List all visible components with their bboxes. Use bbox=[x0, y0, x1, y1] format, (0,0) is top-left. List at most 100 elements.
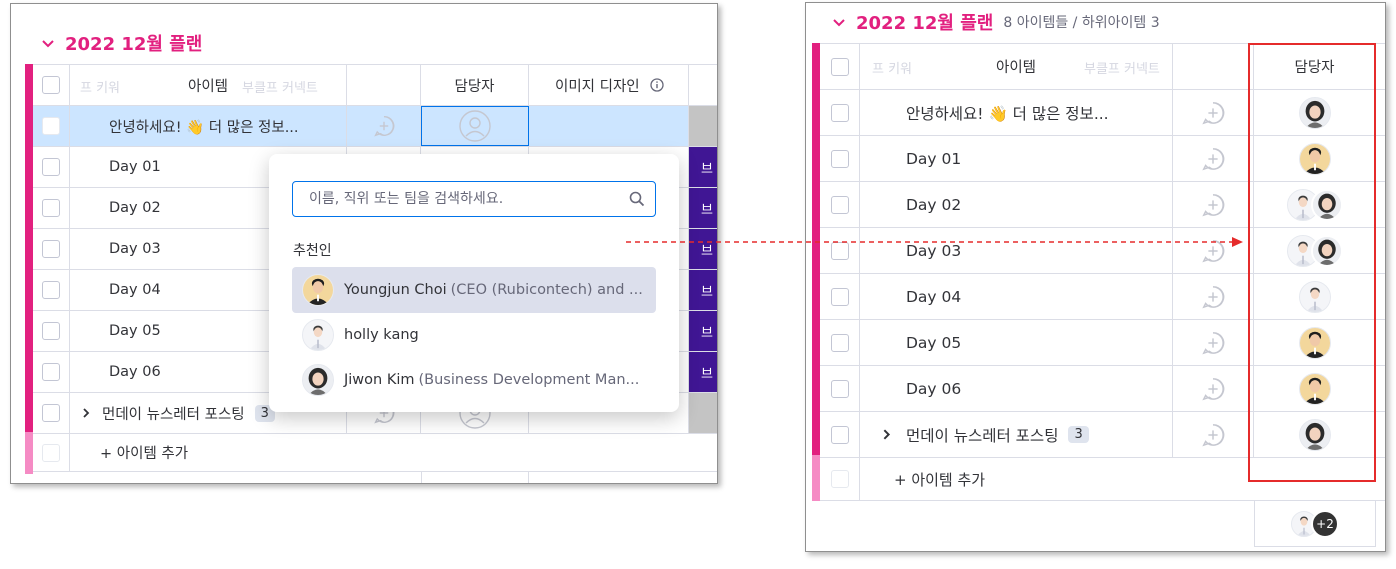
owner-cell[interactable] bbox=[1254, 366, 1376, 411]
item-name[interactable]: Day 06 bbox=[906, 380, 961, 398]
people-search-input[interactable] bbox=[309, 191, 629, 207]
column-header-item[interactable]: 아이템 bbox=[70, 75, 346, 96]
item-name[interactable]: 안녕하세요! 👋 더 많은 정보... bbox=[906, 102, 1109, 124]
avatar[interactable] bbox=[1298, 96, 1331, 129]
table-row[interactable]: 먼데이 뉴스레터 포스팅 3 bbox=[820, 412, 1385, 458]
column-header-owner[interactable]: 담당자 bbox=[421, 75, 528, 96]
owner-cell[interactable] bbox=[1254, 320, 1376, 365]
column-header-item[interactable]: 아이템 bbox=[860, 56, 1172, 77]
column-header-design[interactable]: 이미지 디자인 bbox=[555, 75, 640, 96]
avatar[interactable] bbox=[1310, 234, 1343, 267]
select-all-checkbox[interactable] bbox=[830, 57, 849, 76]
table-row[interactable]: Day 04 bbox=[820, 274, 1385, 320]
item-name[interactable]: Day 06 bbox=[109, 364, 161, 380]
table-row[interactable]: Day 05 bbox=[820, 320, 1385, 366]
add-update-icon[interactable] bbox=[1201, 101, 1225, 125]
table-row[interactable]: 안녕하세요! 👋 더 많은 정보... bbox=[33, 106, 717, 147]
row-checkbox[interactable] bbox=[830, 103, 849, 122]
item-name[interactable]: Day 01 bbox=[109, 159, 161, 175]
table-row[interactable]: Day 02 bbox=[820, 182, 1385, 228]
row-checkbox[interactable] bbox=[830, 241, 849, 260]
avatar[interactable] bbox=[1298, 326, 1331, 359]
status-cell[interactable]: 브 bbox=[689, 229, 717, 269]
row-checkbox[interactable] bbox=[42, 117, 60, 135]
column-header-owner[interactable]: 담당자 bbox=[1254, 56, 1375, 77]
suggested-person-item[interactable]: holly kang bbox=[292, 312, 656, 358]
status-cell[interactable] bbox=[689, 106, 717, 146]
add-update-icon[interactable] bbox=[1201, 377, 1225, 401]
row-checkbox[interactable] bbox=[830, 425, 849, 444]
item-name[interactable]: 먼데이 뉴스레터 포스팅 bbox=[102, 403, 245, 424]
add-update-icon[interactable] bbox=[1201, 193, 1225, 217]
chevron-right-icon[interactable] bbox=[880, 428, 893, 441]
row-checkbox[interactable] bbox=[830, 287, 849, 306]
owner-cell[interactable] bbox=[1254, 90, 1376, 135]
add-item-row[interactable]: + 아이템 추가 bbox=[820, 458, 1385, 501]
status-cell[interactable] bbox=[689, 393, 717, 433]
person-placeholder-icon[interactable] bbox=[459, 110, 491, 142]
item-name[interactable]: Day 02 bbox=[109, 200, 161, 216]
avatar[interactable] bbox=[1298, 142, 1331, 175]
item-name[interactable]: Day 03 bbox=[906, 242, 961, 260]
status-cell[interactable]: 브 bbox=[689, 147, 717, 187]
chevron-down-icon[interactable] bbox=[41, 36, 55, 50]
suggested-person-item[interactable]: Jiwon Kim (Business Development Man... bbox=[292, 357, 656, 403]
add-item-row[interactable]: + 아이템 추가 bbox=[33, 434, 717, 472]
table-row[interactable]: 안녕하세요! 👋 더 많은 정보... bbox=[820, 90, 1385, 136]
info-icon[interactable] bbox=[650, 78, 664, 92]
item-name[interactable]: Day 01 bbox=[906, 150, 961, 168]
more-owners-badge[interactable]: +2 bbox=[1311, 509, 1339, 538]
row-checkbox[interactable] bbox=[42, 404, 60, 422]
row-checkbox[interactable] bbox=[42, 281, 60, 299]
row-checkbox[interactable] bbox=[830, 195, 849, 214]
status-cell[interactable]: 브 bbox=[689, 311, 717, 351]
add-update-icon[interactable] bbox=[1201, 285, 1225, 309]
add-item-button[interactable]: + 아이템 추가 bbox=[894, 469, 985, 490]
row-checkbox[interactable] bbox=[830, 379, 849, 398]
table-row[interactable]: Day 03 bbox=[820, 228, 1385, 274]
item-name[interactable]: 먼데이 뉴스레터 포스팅 bbox=[906, 424, 1058, 446]
owner-cell[interactable] bbox=[1254, 274, 1376, 319]
owner-summary-cell[interactable]: +2 bbox=[1254, 501, 1376, 547]
owner-cell[interactable] bbox=[1254, 228, 1376, 273]
search-icon[interactable] bbox=[629, 191, 645, 207]
item-name[interactable]: Day 04 bbox=[109, 282, 161, 298]
owner-cell[interactable] bbox=[1254, 136, 1376, 181]
add-update-icon[interactable] bbox=[1201, 147, 1225, 171]
row-checkbox[interactable] bbox=[830, 333, 849, 352]
add-update-icon[interactable] bbox=[1201, 331, 1225, 355]
avatar[interactable] bbox=[1298, 372, 1331, 405]
group-title[interactable]: 2022 12월 플랜 bbox=[65, 30, 202, 56]
add-update-icon[interactable] bbox=[1201, 239, 1225, 263]
row-checkbox[interactable] bbox=[42, 199, 60, 217]
avatar[interactable] bbox=[1310, 188, 1343, 221]
row-checkbox[interactable] bbox=[42, 363, 60, 381]
row-checkbox[interactable] bbox=[42, 158, 60, 176]
subitem-count-badge[interactable]: 3 bbox=[1068, 426, 1089, 443]
chevron-right-icon[interactable] bbox=[80, 407, 92, 419]
row-checkbox[interactable] bbox=[42, 240, 60, 258]
select-all-checkbox[interactable] bbox=[42, 76, 60, 94]
owner-cell[interactable] bbox=[1254, 412, 1376, 457]
row-checkbox[interactable] bbox=[830, 149, 849, 168]
item-name[interactable]: 안녕하세요! 👋 더 많은 정보... bbox=[109, 116, 299, 137]
suggested-person-item[interactable]: Youngjun Choi (CEO (Rubicontech) and ... bbox=[292, 267, 656, 313]
item-name[interactable]: Day 03 bbox=[109, 241, 161, 257]
add-update-icon[interactable] bbox=[1201, 423, 1225, 447]
item-name[interactable]: Day 02 bbox=[906, 196, 961, 214]
avatar[interactable] bbox=[1298, 280, 1331, 313]
avatar[interactable] bbox=[1298, 418, 1331, 451]
group-title[interactable]: 2022 12월 플랜 bbox=[856, 9, 993, 35]
status-cell[interactable]: 브 bbox=[689, 352, 717, 392]
add-item-button[interactable]: + 아이템 추가 bbox=[100, 442, 188, 463]
chevron-down-icon[interactable] bbox=[832, 15, 846, 29]
row-checkbox[interactable] bbox=[42, 322, 60, 340]
table-row[interactable]: Day 01 bbox=[820, 136, 1385, 182]
add-update-icon[interactable] bbox=[373, 115, 395, 137]
owner-cell[interactable] bbox=[1254, 182, 1376, 227]
table-row[interactable]: Day 06 bbox=[820, 366, 1385, 412]
item-name[interactable]: Day 04 bbox=[906, 288, 961, 306]
status-cell[interactable]: 브 bbox=[689, 188, 717, 228]
item-name[interactable]: Day 05 bbox=[906, 334, 961, 352]
item-name[interactable]: Day 05 bbox=[109, 323, 161, 339]
